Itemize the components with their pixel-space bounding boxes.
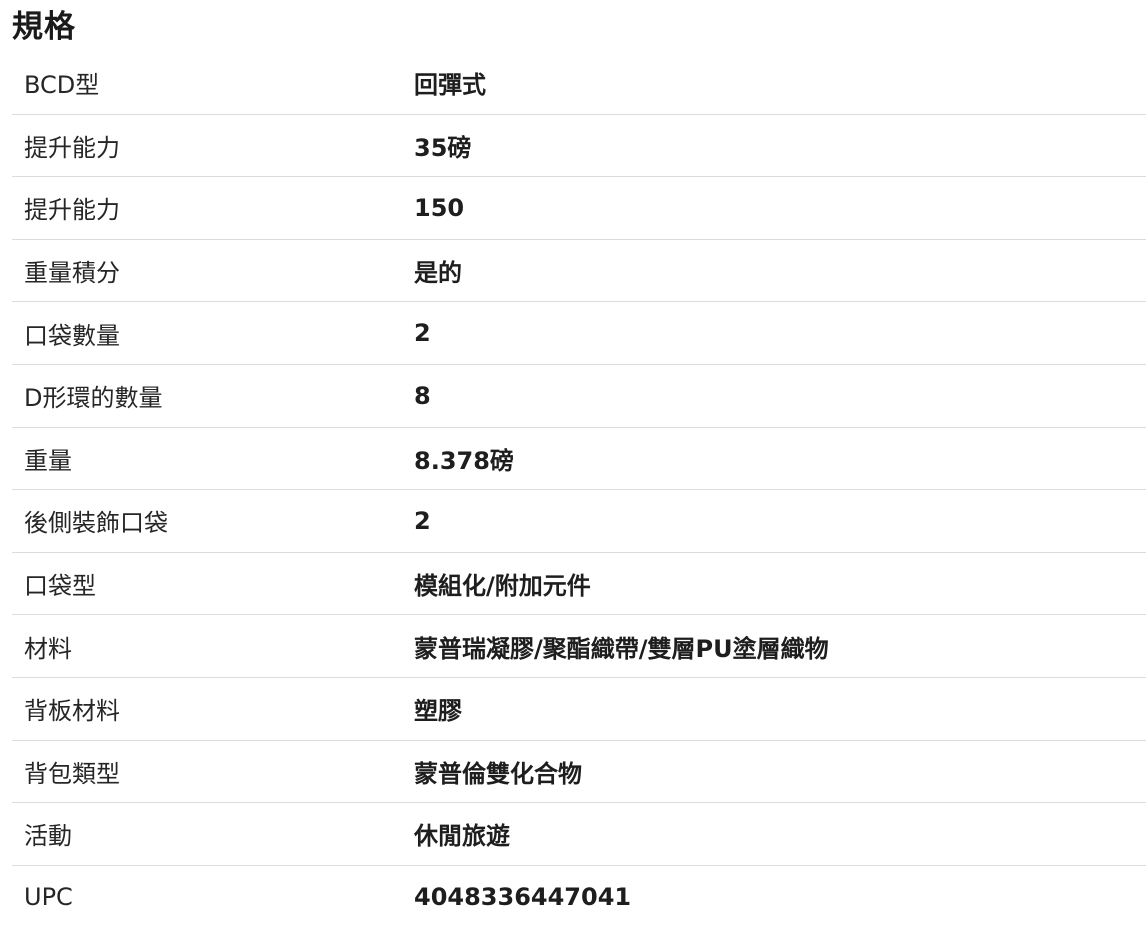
spec-value: 8 xyxy=(414,381,431,410)
spec-row: 提升能力 35磅 xyxy=(12,115,1146,178)
spec-row: 重量 8.378磅 xyxy=(12,428,1146,491)
spec-value: 模組化/附加元件 xyxy=(414,572,591,601)
spec-value: 150 xyxy=(414,193,465,222)
spec-label: 活動 xyxy=(24,822,72,851)
spec-row: 背板材料 塑膠 xyxy=(12,678,1146,741)
spec-label: 口袋型 xyxy=(24,572,96,601)
spec-value: 8.378磅 xyxy=(414,446,514,475)
spec-value: 2 xyxy=(414,319,431,348)
specifications-table: BCD型 回彈式 提升能力 35磅 提升能力 150 重量積分 是的 口袋數量 … xyxy=(12,52,1146,928)
spec-value: 是的 xyxy=(414,259,462,288)
spec-label: D形環的數量 xyxy=(24,384,163,413)
section-title: 規格 xyxy=(12,9,76,45)
spec-row: 重量積分 是的 xyxy=(12,240,1146,303)
spec-value: 蒙普瑞凝膠/聚酯織帶/雙層PU塗層織物 xyxy=(414,634,829,663)
spec-row: 後側裝飾口袋 2 xyxy=(12,490,1146,553)
spec-label: 背板材料 xyxy=(24,697,120,726)
spec-row: 提升能力 150 xyxy=(12,177,1146,240)
spec-row: 口袋數量 2 xyxy=(12,302,1146,365)
spec-row: 材料 蒙普瑞凝膠/聚酯織帶/雙層PU塗層織物 xyxy=(12,615,1146,678)
spec-label: 提升能力 xyxy=(24,196,120,225)
spec-value: 回彈式 xyxy=(414,71,486,100)
spec-label: 背包類型 xyxy=(24,759,120,788)
spec-row: 口袋型 模組化/附加元件 xyxy=(12,553,1146,616)
spec-label: 重量 xyxy=(24,446,72,475)
spec-label: 材料 xyxy=(24,634,72,663)
specifications-section: 規格 BCD型 回彈式 提升能力 35磅 提升能力 150 重量積分 是的 口袋… xyxy=(0,0,1146,942)
spec-label: 口袋數量 xyxy=(24,321,120,350)
spec-label: BCD型 xyxy=(24,71,100,100)
spec-label: 重量積分 xyxy=(24,259,120,288)
spec-row: UPC 4048336447041 xyxy=(12,866,1146,929)
spec-row: BCD型 回彈式 xyxy=(12,52,1146,115)
spec-value: 休閒旅遊 xyxy=(414,822,510,851)
spec-row: 活動 休閒旅遊 xyxy=(12,803,1146,866)
spec-value: 35磅 xyxy=(414,133,472,162)
spec-label: 提升能力 xyxy=(24,133,120,162)
spec-value: 蒙普倫雙化合物 xyxy=(414,759,582,788)
spec-value: 塑膠 xyxy=(414,697,462,726)
spec-value: 4048336447041 xyxy=(414,883,632,912)
spec-value: 2 xyxy=(414,506,431,535)
spec-row: D形環的數量 8 xyxy=(12,365,1146,428)
spec-label: UPC xyxy=(24,883,73,912)
spec-row: 背包類型 蒙普倫雙化合物 xyxy=(12,741,1146,804)
spec-label: 後側裝飾口袋 xyxy=(24,509,168,538)
